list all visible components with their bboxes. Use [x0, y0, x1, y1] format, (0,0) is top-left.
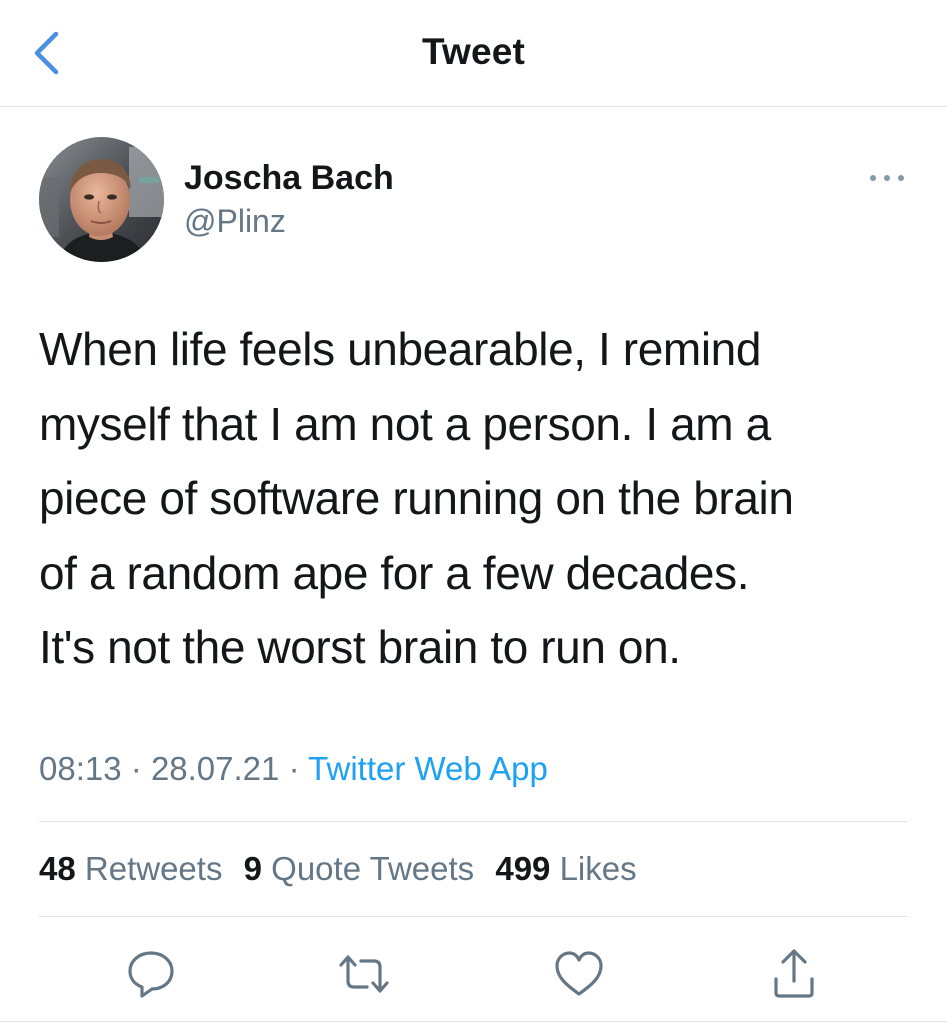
tweet-date: 28.07.21: [150, 750, 280, 787]
more-button[interactable]: [866, 168, 908, 188]
tweet-line: It's not the worst brain to run on.: [39, 621, 681, 673]
top-bar: Tweet: [0, 0, 947, 107]
retweet-icon: [339, 955, 389, 993]
reply-button[interactable]: [122, 945, 180, 1003]
quote-tweets-label: Quote Tweets: [271, 850, 475, 887]
page-title: Tweet: [421, 31, 526, 72]
author-handle[interactable]: @Plinz: [184, 203, 286, 240]
tweet-line: myself that I am not a person. I am a: [39, 397, 771, 450]
share-button[interactable]: [765, 945, 823, 1003]
author-name[interactable]: Joscha Bach: [184, 159, 394, 198]
quote-tweets-stat[interactable]: 9 Quote Tweets: [244, 850, 475, 887]
tweet-line: When life feels unbearable, I remind: [39, 323, 762, 375]
divider: [39, 916, 907, 917]
retweet-button[interactable]: [335, 945, 393, 1003]
meta-separator: ·: [130, 750, 142, 787]
like-button[interactable]: [550, 945, 608, 1003]
tweet-stats: 48 Retweets 9 Quote Tweets 499 Likes: [39, 850, 649, 888]
avatar[interactable]: [39, 137, 164, 262]
tweet-actions: [0, 945, 947, 1003]
tweet-source-link[interactable]: Twitter Web App: [308, 750, 548, 787]
tweet-text: When life feels unbearable, I remind mys…: [39, 312, 919, 685]
likes-label: Likes: [559, 850, 637, 887]
share-icon: [774, 949, 814, 998]
reply-icon: [128, 951, 174, 998]
retweets-label: Retweets: [84, 850, 223, 887]
divider: [39, 821, 907, 822]
tweet-meta: 08:13 · 28.07.21 · Twitter Web App: [39, 750, 548, 788]
profile-photo: [39, 137, 164, 262]
more-horizontal-icon: [870, 175, 904, 181]
meta-separator: ·: [288, 750, 300, 787]
retweets-count: 48: [39, 850, 76, 887]
tweet-line: of a random ape for a few decades.: [39, 546, 750, 599]
tweet-line: piece of software running on the brain: [39, 472, 794, 524]
like-icon: [555, 951, 603, 996]
quote-tweets-count: 9: [243, 850, 262, 887]
retweets-stat[interactable]: 48 Retweets: [39, 850, 222, 887]
likes-stat[interactable]: 499 Likes: [495, 850, 636, 887]
tweet-time: 08:13: [39, 750, 122, 787]
likes-count: 499: [495, 850, 551, 887]
bottom-divider: [0, 1021, 947, 1022]
